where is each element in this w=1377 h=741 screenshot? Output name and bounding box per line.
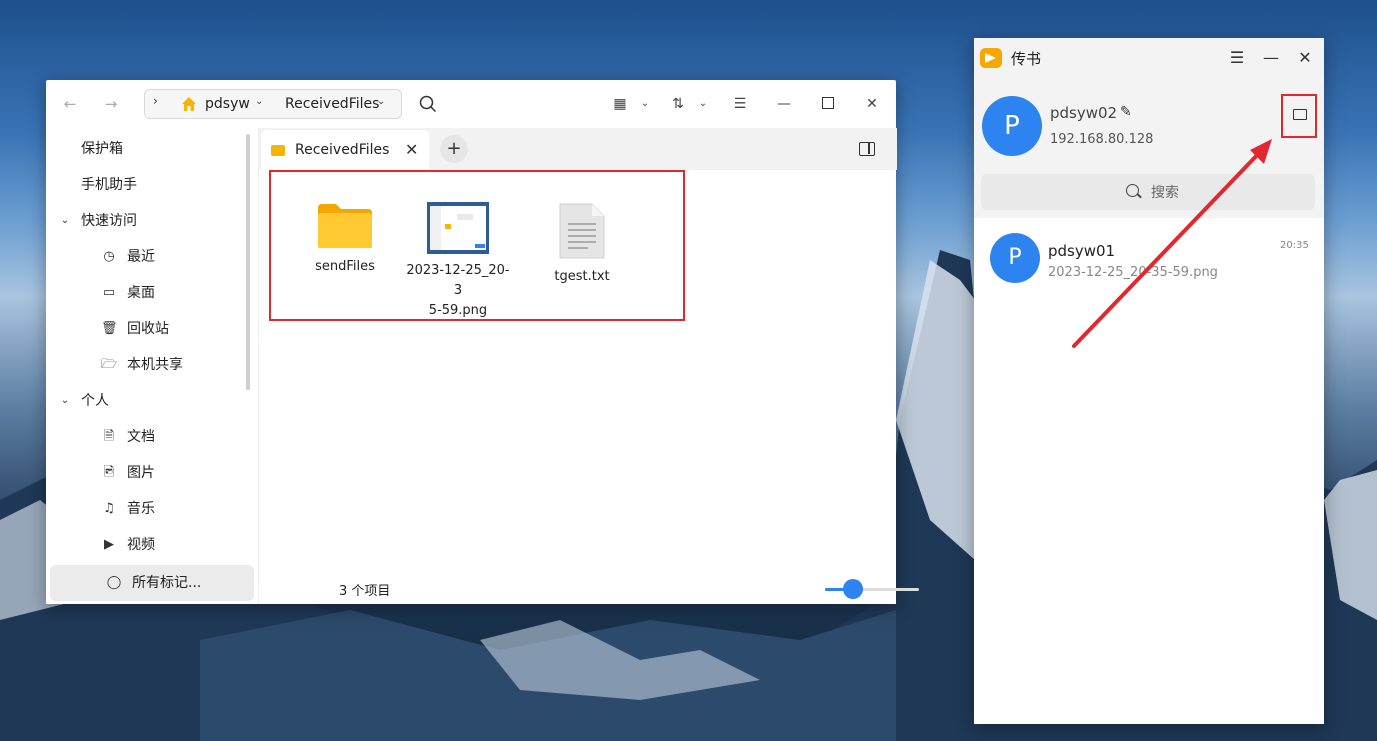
contact-list: P pdsyw01 2023-12-25_20-35-59.png 20:35 [974, 218, 1324, 724]
chevron-down-icon[interactable]: ⌄ [57, 213, 73, 229]
icon-view-icon[interactable]: ▦ [610, 94, 630, 114]
tab-label: ReceivedFiles [295, 142, 390, 158]
sidebar-item-label: 手机助手 [81, 177, 137, 193]
sidebar-group-quick-access[interactable]: ⌄ 快速访问 [46, 203, 254, 239]
chevron-down-icon[interactable]: ⌄ [635, 94, 655, 114]
sort-icon[interactable]: ⇅ [668, 94, 688, 114]
search-placeholder: 搜索 [1151, 185, 1179, 201]
trash-icon: 🗑 [101, 321, 118, 336]
document-icon: 🗎 [103, 429, 115, 444]
sidebar-item-pictures[interactable]: 🖻 图片 [46, 455, 254, 491]
sidebar-item-videos[interactable]: ▶ 视频 [46, 527, 254, 563]
menu-icon[interactable]: ☰ [1227, 48, 1247, 67]
open-folder-button[interactable] [1281, 94, 1317, 138]
sidebar: 保护箱 手机助手 ⌄ 快速访问 ◷ 最近 ▭ 桌面 🗑 回收站 🗁 本机共享 ⌄… [46, 128, 256, 604]
sidebar-item-phone-assistant[interactable]: 手机助手 [46, 167, 254, 203]
app-title: 传书 [1011, 50, 1042, 68]
sidebar-item-label: 本机共享 [127, 357, 183, 373]
sidebar-item-all-tags[interactable]: ◯ 所有标记... [50, 565, 254, 601]
device-ip: 192.168.80.128 [1050, 132, 1154, 147]
close-icon[interactable]: ✕ [405, 140, 418, 159]
sidebar-group-personal[interactable]: ⌄ 个人 [46, 383, 254, 419]
search-icon [1126, 184, 1139, 197]
avatar: P [990, 233, 1040, 283]
search-icon[interactable] [419, 95, 437, 113]
app-logo-icon [980, 48, 1002, 68]
sidebar-item-label: 图片 [127, 465, 155, 481]
breadcrumb-item-current[interactable]: ReceivedFiles [285, 96, 379, 112]
contact-name: pdsyw01 [1048, 242, 1116, 260]
breadcrumb[interactable]: › pdsyw ⌄ ReceivedFiles ⌄ [144, 89, 402, 119]
sidebar-item-documents[interactable]: 🗎 文档 [46, 419, 254, 455]
sidebar-item-label: 文档 [127, 429, 155, 445]
folder-icon [271, 145, 285, 156]
tab-bar: ReceivedFiles ✕ + [259, 128, 897, 170]
breadcrumb-item-home[interactable]: pdsyw [205, 96, 250, 112]
back-arrow-icon[interactable]: ← [59, 93, 81, 115]
minimize-icon[interactable]: — [1261, 48, 1281, 67]
sidebar-item-label: 回收站 [127, 321, 169, 337]
chevron-down-icon[interactable]: ⌄ [57, 393, 73, 409]
sidebar-item-music[interactable]: ♫ 音乐 [46, 491, 254, 527]
monitor-icon: ▭ [102, 285, 116, 300]
sidebar-item-trash[interactable]: 🗑 回收站 [46, 311, 254, 347]
sidebar-item-label: 视频 [127, 537, 155, 553]
video-icon: ▶ [104, 537, 114, 552]
forward-arrow-icon[interactable]: → [100, 93, 122, 115]
highlight-box-files [269, 170, 685, 321]
device-name: pdsyw02 [1050, 104, 1118, 122]
edit-pencil-icon[interactable]: ✎ [1120, 104, 1132, 120]
chevron-down-icon[interactable]: ⌄ [377, 96, 385, 107]
menu-icon[interactable]: ☰ [730, 94, 750, 114]
chevron-down-icon[interactable]: ⌄ [255, 96, 263, 107]
close-icon[interactable]: ✕ [862, 94, 882, 114]
minimize-icon[interactable]: — [774, 94, 794, 114]
sidebar-item-label: 所有标记... [132, 575, 202, 591]
sidebar-item-recent[interactable]: ◷ 最近 [46, 239, 254, 275]
sidebar-item-label: 桌面 [127, 285, 155, 301]
folder-open-icon [1293, 109, 1307, 120]
contact-time: 20:35 [1280, 240, 1309, 251]
zoom-slider-handle[interactable] [843, 579, 863, 599]
home-icon [182, 97, 196, 111]
sidebar-item-desktop[interactable]: ▭ 桌面 [46, 275, 254, 311]
image-icon: 🖻 [103, 465, 115, 480]
avatar[interactable]: P [982, 96, 1042, 156]
file-manager-window: ← → › pdsyw ⌄ ReceivedFiles ⌄ ▦ ⌄ ⇅ ⌄ ☰ … [46, 80, 919, 604]
list-item[interactable]: P pdsyw01 2023-12-25_20-35-59.png 20:35 [974, 218, 1324, 288]
maximize-icon[interactable] [818, 93, 838, 113]
sidebar-item-label: 快速访问 [81, 213, 137, 229]
sidebar-item-label: 最近 [127, 249, 155, 265]
sidebar-item-label: 音乐 [127, 501, 155, 517]
close-icon[interactable]: ✕ [1295, 48, 1315, 67]
clock-icon: ◷ [103, 249, 115, 264]
folder-icon: 🗁 [101, 357, 118, 372]
sidebar-item-label: 个人 [81, 393, 109, 409]
sidebar-item-vault[interactable]: 保护箱 [46, 131, 254, 167]
tag-icon: ◯ [106, 575, 122, 590]
detail-panel-icon[interactable] [859, 142, 875, 156]
contact-last-message: 2023-12-25_20-35-59.png [1048, 265, 1218, 280]
search-input[interactable]: 搜索 [981, 174, 1315, 210]
file-manager-titlebar: ← → › pdsyw ⌄ ReceivedFiles ⌄ ▦ ⌄ ⇅ ⌄ ☰ … [46, 80, 896, 128]
sidebar-item-local-share[interactable]: 🗁 本机共享 [46, 347, 254, 383]
chevron-down-icon[interactable]: ⌄ [693, 94, 713, 114]
sidebar-item-label: 保护箱 [81, 141, 123, 157]
chevron-right-icon[interactable]: › [153, 94, 158, 108]
tab-received-files[interactable]: ReceivedFiles ✕ [261, 130, 429, 170]
status-item-count: 3 个项目 [339, 584, 391, 599]
music-note-icon: ♫ [103, 501, 115, 516]
chuanshu-window: 传书 ☰ — ✕ P pdsyw02 ✎ 192.168.80.128 搜索 P… [974, 38, 1324, 724]
add-tab-button[interactable]: + [440, 135, 468, 163]
